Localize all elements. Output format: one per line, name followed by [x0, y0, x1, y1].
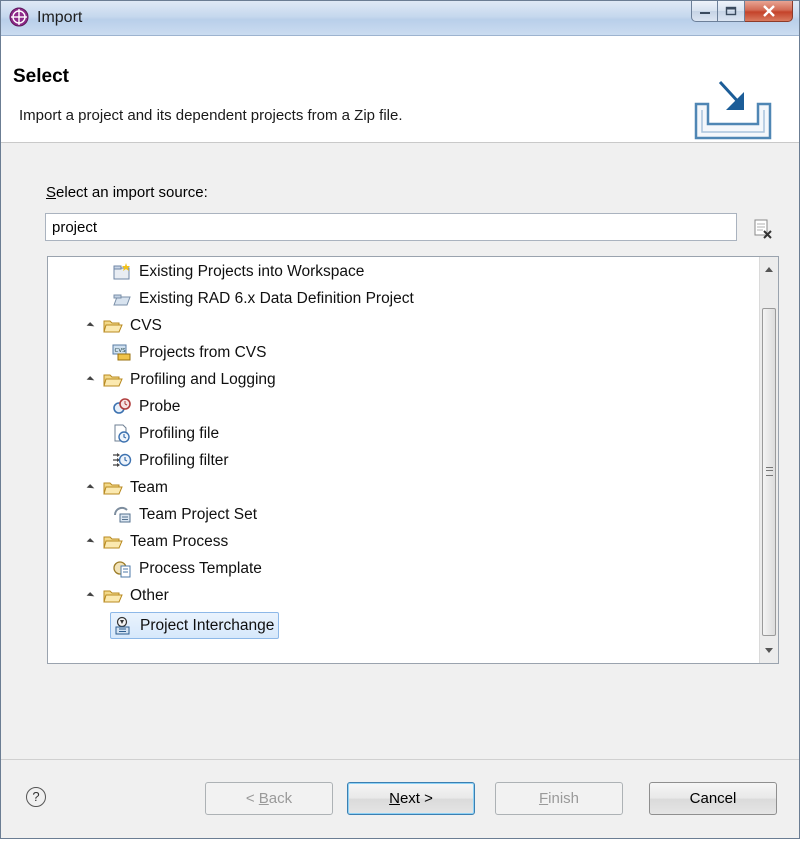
import-globe-icon — [9, 7, 29, 27]
page-description: Import a project and its dependent proje… — [19, 107, 403, 124]
tree-item-project-interchange[interactable]: Project Interchange — [110, 612, 280, 639]
tree-folder-profiling-logging[interactable]: Profiling and Logging — [86, 367, 276, 392]
clear-filter-icon[interactable] — [753, 219, 773, 239]
import-source-tree[interactable]: Existing Projects into Workspace Existin… — [47, 256, 779, 664]
expanded-twisty-icon[interactable] — [86, 483, 95, 492]
folder-open-icon — [103, 536, 123, 548]
help-icon[interactable]: ? — [26, 787, 46, 807]
tree-item-team-project-set[interactable]: Team Project Set — [112, 502, 257, 527]
close-icon — [762, 5, 775, 17]
scroll-down-arrow-icon[interactable] — [765, 648, 773, 653]
profiling-filter-icon — [113, 452, 132, 467]
vertical-scrollbar[interactable] — [759, 257, 778, 663]
grip-icon — [766, 467, 773, 476]
tree-item-rad-data-definition[interactable]: Existing RAD 6.x Data Definition Project — [112, 286, 414, 311]
scroll-up-arrow-icon[interactable] — [765, 267, 773, 272]
projects-into-workspace-icon — [113, 262, 130, 279]
folder-open-icon — [103, 590, 123, 602]
folder-open-icon — [103, 320, 123, 332]
expanded-twisty-icon[interactable] — [86, 591, 95, 600]
page-title: Select — [13, 66, 69, 87]
folder-open-icon — [103, 482, 123, 494]
tree-item-existing-projects[interactable]: Existing Projects into Workspace — [112, 259, 364, 284]
project-interchange-icon — [115, 616, 130, 634]
expanded-twisty-icon[interactable] — [86, 537, 95, 546]
tree-item-profiling-file[interactable]: Profiling file — [112, 421, 219, 446]
tree-folder-cvs[interactable]: CVS — [86, 313, 162, 338]
probe-icon — [113, 397, 131, 414]
minimize-icon — [699, 12, 710, 14]
tree-folder-other[interactable]: Other — [86, 583, 169, 608]
team-project-set-icon — [113, 506, 131, 522]
filter-input[interactable] — [45, 213, 737, 241]
expanded-twisty-icon[interactable] — [86, 375, 95, 384]
tree-item-profiling-filter[interactable]: Profiling filter — [112, 448, 229, 473]
scroll-thumb[interactable] — [762, 308, 776, 636]
cvs-icon: CVS — [112, 344, 131, 360]
window-title: Import — [37, 9, 83, 26]
tree-folder-team[interactable]: Team — [86, 475, 168, 500]
maximize-icon — [725, 6, 737, 16]
svg-text:CVS: CVS — [115, 348, 127, 354]
process-template-icon — [113, 560, 131, 577]
tree-folder-team-process[interactable]: Team Process — [86, 529, 228, 554]
cancel-button[interactable]: Cancel — [649, 782, 777, 815]
maximize-button[interactable] — [718, 1, 745, 22]
tree-item-projects-from-cvs[interactable]: CVS Projects from CVS — [112, 340, 266, 365]
finish-button[interactable]: Finish — [495, 782, 623, 815]
profiling-file-icon — [114, 424, 130, 443]
import-dialog: Import Select Import a project and its d… — [0, 0, 800, 839]
folder-open-icon — [103, 374, 123, 386]
wizard-header: Select Import a project and its dependen… — [1, 36, 799, 143]
tree-item-probe[interactable]: Probe — [112, 394, 180, 419]
close-button[interactable] — [745, 1, 793, 22]
import-source-label: Select an import source: — [46, 184, 208, 201]
data-definition-icon — [113, 294, 131, 305]
title-bar[interactable]: Import — [1, 1, 799, 36]
footer-separator — [1, 759, 799, 760]
tree-item-process-template[interactable]: Process Template — [112, 556, 262, 581]
minimize-button[interactable] — [691, 1, 718, 22]
caption-buttons — [691, 1, 793, 23]
import-wizard-banner-icon — [694, 80, 772, 140]
next-button[interactable]: Next > — [347, 782, 475, 815]
back-button[interactable]: < Back — [205, 782, 333, 815]
expanded-twisty-icon[interactable] — [86, 321, 95, 330]
